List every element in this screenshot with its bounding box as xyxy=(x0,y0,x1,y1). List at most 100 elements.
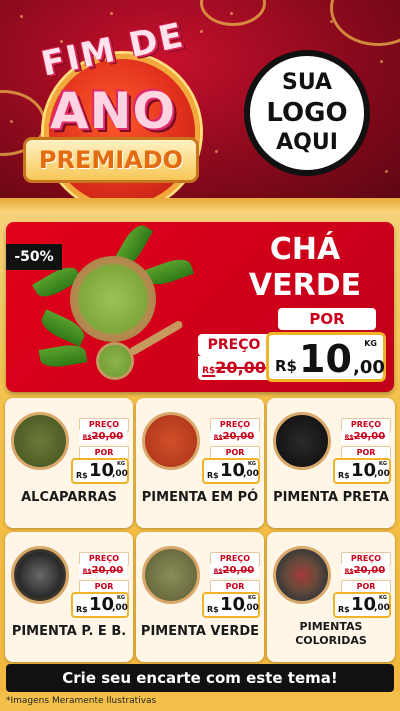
ribbon-decoration xyxy=(330,0,400,46)
cta-banner[interactable]: Crie seu encarte com este tema! xyxy=(6,664,394,692)
new-decimal: ,00 xyxy=(112,603,128,613)
product-name: PIMENTA VERDE xyxy=(140,624,260,639)
new-currency: R$ xyxy=(76,605,88,614)
green-tea-bowl-image xyxy=(70,256,156,342)
new-integer: 10 xyxy=(89,460,115,481)
product-card: PREÇO R$20,00 POR R$ 10,00 KG PIMENTA P. E… xyxy=(5,532,133,662)
product-name: PIMENTAS COLORIDAS xyxy=(267,620,395,648)
old-price: R$20,00 xyxy=(79,430,127,444)
old-price-wrap: R$20,00 xyxy=(214,431,254,442)
product-card: PREÇO R$20,00 POR R$ 10,00 KG ALCAPARRAS xyxy=(5,398,133,528)
sparkle xyxy=(385,170,388,173)
old-value: 20,00 xyxy=(353,565,386,576)
product-card: PREÇO R$20,00 POR R$ 10,00 KG PIMENTA VERD… xyxy=(136,532,264,662)
hero-new-price: R$ 10 ,00 KG xyxy=(266,332,386,382)
old-price-wrap: R$20,00 xyxy=(83,431,123,442)
old-value: 20,00 xyxy=(222,431,255,442)
header-banner: FIM DE ANO PREMIADO SUA LOGO AQUI xyxy=(0,0,400,200)
ribbon-decoration xyxy=(200,0,266,26)
sparkle xyxy=(20,15,23,18)
capers-image xyxy=(11,412,69,470)
product-name: PIMENTA EM PÓ xyxy=(141,490,259,505)
old-currency: R$ xyxy=(82,568,92,575)
hero-old-price: R$20,00 xyxy=(198,356,270,380)
new-currency: R$ xyxy=(338,471,350,480)
old-currency: R$ xyxy=(213,568,223,575)
product-name-line2: COLORIDAS xyxy=(295,634,367,647)
new-price: R$ 10,00 KG xyxy=(333,458,391,484)
new-currency: R$ xyxy=(207,605,219,614)
sparkle xyxy=(380,60,383,63)
black-pepper-image xyxy=(273,412,331,470)
old-value: 20,00 xyxy=(91,431,124,442)
unit: KG xyxy=(248,461,256,467)
old-price: R$20,00 xyxy=(341,564,389,578)
logo-placeholder: SUA LOGO AQUI xyxy=(244,50,370,176)
new-integer: 10 xyxy=(351,594,377,615)
hero-por-label: POR xyxy=(278,308,376,330)
product-card: PREÇO R$20,00 POR R$ 10,00 KG PIMENTA PRET… xyxy=(267,398,395,528)
product-name: PIMENTA PRETA xyxy=(273,490,389,505)
old-currency: R$ xyxy=(344,568,354,575)
old-price-wrap: R$20,00 xyxy=(214,565,254,576)
unit: KG xyxy=(379,461,387,467)
hero-name-line2: VERDE xyxy=(248,268,362,303)
product-card: PREÇO R$20,00 POR R$ 10,00 KG PIMENTA EM P… xyxy=(136,398,264,528)
unit: KG xyxy=(117,461,125,467)
new-currency: R$ xyxy=(338,605,350,614)
product-name: PIMENTA P. E B. xyxy=(11,624,127,639)
new-decimal: ,00 xyxy=(243,603,259,613)
new-currency: R$ xyxy=(207,471,219,480)
new-price: R$ 10,00 KG xyxy=(71,592,129,618)
fim-de-ano-badge: FIM DE ANO PREMIADO xyxy=(18,15,208,200)
new-integer: 10 xyxy=(89,594,115,615)
title-premiado: PREMIADO xyxy=(26,140,196,180)
green-tea-spoon-image xyxy=(96,342,134,380)
disclaimer-text: *Imagens Meramente Ilustrativas xyxy=(0,692,400,711)
chili-powder-image xyxy=(142,412,200,470)
hero-unit: KG xyxy=(364,339,377,348)
sparkle xyxy=(110,12,113,15)
hero-old-currency-wrap: R$20,00 xyxy=(202,358,266,377)
hero-old-value: 20,00 xyxy=(215,358,266,377)
logo-text-line1: SUA xyxy=(281,70,333,95)
old-price: R$20,00 xyxy=(210,564,258,578)
old-value: 20,00 xyxy=(222,565,255,576)
new-currency: R$ xyxy=(76,471,88,480)
product-name: ALCAPARRAS xyxy=(21,490,117,505)
old-currency: R$ xyxy=(82,434,92,441)
new-decimal: ,00 xyxy=(243,469,259,479)
title-ano: ANO xyxy=(49,82,177,140)
new-price: R$ 10,00 KG xyxy=(71,458,129,484)
product-name-line1: PIMENTAS xyxy=(299,620,363,633)
logo-text-line3: AQUI xyxy=(276,130,338,155)
hero-new-decimal: ,00 xyxy=(353,357,385,378)
unit: KG xyxy=(117,595,125,601)
green-pepper-image xyxy=(142,546,200,604)
hero-name-line1: CHÁ xyxy=(269,232,341,267)
hero-old-currency: R$ xyxy=(202,366,216,376)
new-integer: 10 xyxy=(220,594,246,615)
hero-new-integer: 10 xyxy=(299,337,352,381)
old-value: 20,00 xyxy=(91,565,124,576)
new-price: R$ 10,00 KG xyxy=(333,592,391,618)
black-white-pepper-image xyxy=(11,546,69,604)
hero-product-name: CHÁ VERDE xyxy=(230,232,380,304)
sparkle xyxy=(215,150,218,153)
discount-badge: -50% xyxy=(6,244,62,270)
old-price-wrap: R$20,00 xyxy=(83,565,123,576)
new-price: R$ 10,00 KG xyxy=(202,458,260,484)
logo-text-line2: LOGO xyxy=(266,98,348,128)
new-decimal: ,00 xyxy=(374,469,390,479)
unit: KG xyxy=(248,595,256,601)
new-integer: 10 xyxy=(351,460,377,481)
new-integer: 10 xyxy=(220,460,246,481)
old-price: R$20,00 xyxy=(210,430,258,444)
new-price: R$ 10,00 KG xyxy=(202,592,260,618)
new-decimal: ,00 xyxy=(112,469,128,479)
old-price-wrap: R$20,00 xyxy=(345,431,385,442)
old-value: 20,00 xyxy=(353,431,386,442)
hero-new-currency: R$ xyxy=(275,357,297,375)
old-price-wrap: R$20,00 xyxy=(345,565,385,576)
old-currency: R$ xyxy=(213,434,223,441)
